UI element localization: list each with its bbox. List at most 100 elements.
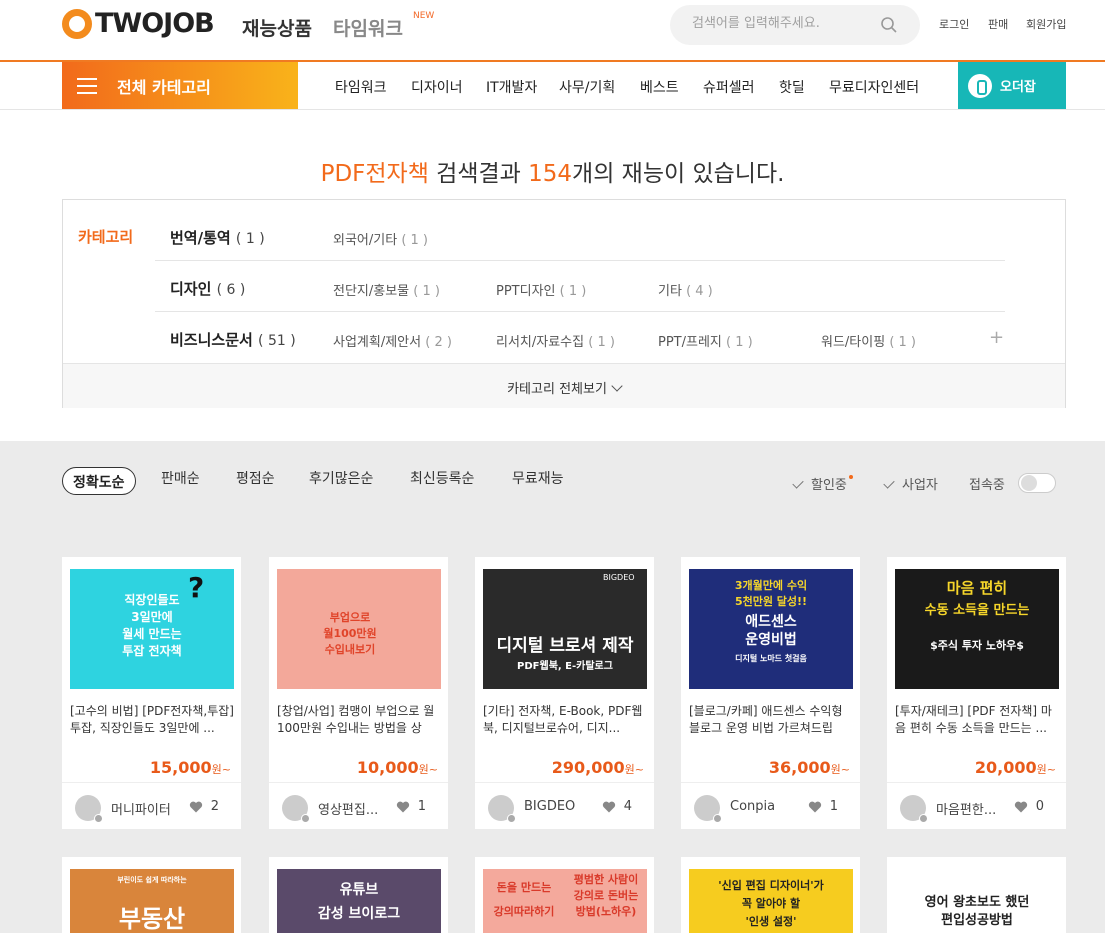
filter-subcategory[interactable]: 전단지/홍보물 ( 1 ) [333, 280, 440, 299]
catnav-designer[interactable]: 디자이너 [411, 77, 463, 97]
nav-talent-products[interactable]: 재능상품 [242, 14, 312, 41]
sort-reviews[interactable]: 후기많은순 [309, 468, 373, 488]
thumbnail-text: 부동산 [118, 905, 186, 933]
seller-name[interactable]: BIGDEO [524, 799, 575, 814]
product-card[interactable]: '신입 편집 디자이너'가 꼭 알아야 할 '인생 설정' [681, 857, 860, 933]
heart-icon[interactable] [808, 800, 822, 814]
sort-newest[interactable]: 최신등록순 [410, 468, 474, 488]
search-input[interactable] [692, 16, 882, 31]
product-title[interactable]: [고수의 비법] [PDF전자책,투잡] 투잡, 직장인들도 3일만에 ... [70, 703, 236, 737]
catnav-hot-deal[interactable]: 핫딜 [779, 77, 805, 97]
thumbnail-text: 운영비법 [745, 632, 797, 648]
product-thumbnail[interactable]: 돈을 만드는 강의따라하기 평범한 사람이 강의로 돈버는 방법(노하우) [483, 869, 647, 933]
product-thumbnail[interactable]: 3개월만에 수익 5천만원 달성!! 애드센스 운영비법 디지털 노마드 첫걸음 [689, 569, 853, 689]
thumbnail-text: 수입내보기 [324, 643, 376, 656]
filter-subcategory[interactable]: 워드/타이핑 ( 1 ) [821, 331, 916, 350]
logo[interactable]: TWOJOB [62, 8, 215, 39]
all-categories-button[interactable]: 전체 카테고리 [62, 62, 298, 109]
order-job-button[interactable]: 오더잡 [958, 62, 1066, 109]
sort-free[interactable]: 무료재능 [512, 468, 564, 488]
thumbnail-text: 강의로 돈버는 [573, 889, 639, 902]
heart-icon[interactable] [1014, 800, 1028, 814]
business-filter[interactable]: 사업자 [883, 474, 938, 493]
seller-name[interactable]: 영상편집... [318, 799, 378, 818]
filter-subcategory[interactable]: PPT/프레지 ( 1 ) [658, 331, 753, 350]
thumbnail-text: PDF웹북, E-카탈로그 [517, 661, 613, 672]
login-link[interactable]: 로그인 [939, 16, 969, 32]
view-all-label: 카테고리 전체보기 [507, 382, 607, 397]
seller-name[interactable]: Conpia [730, 799, 775, 814]
product-thumbnail[interactable]: 영어 왕초보도 했던 편입성공방법 [895, 869, 1059, 933]
product-thumbnail[interactable]: 부린이도 쉽게 따라하는 부동산 [70, 869, 234, 933]
hamburger-icon [77, 77, 97, 94]
filter-subcategory[interactable]: 기타 ( 4 ) [658, 280, 713, 299]
product-price: 15,000원~ [149, 758, 231, 777]
all-categories-label: 전체 카테고리 [117, 77, 211, 97]
catnav-free-design-center[interactable]: 무료디자인센터 [829, 77, 919, 97]
thumbnail-text: 3일만에 [131, 610, 173, 624]
product-thumbnail[interactable]: 부업으로 월100만원 수입내보기 [277, 569, 441, 689]
card-footer: 영상편집... 1 [269, 782, 448, 829]
logo-text: TWOJOB [95, 8, 215, 39]
catnav-it-developer[interactable]: IT개발자 [486, 77, 537, 97]
filter-subcategory[interactable]: 사업계획/제안서 ( 2 ) [333, 331, 452, 350]
filter-category[interactable]: 디자인 ( 6 ) [170, 278, 245, 299]
filter-subcategory[interactable]: PPT디자인 ( 1 ) [496, 280, 586, 299]
online-toggle[interactable] [1018, 473, 1056, 493]
product-card[interactable]: 디지털 브로셔 제작 PDF웹북, E-카탈로그 BIGDEO [기타] 전자책, E… [475, 557, 654, 829]
catnav-timework[interactable]: 타임워크 [335, 77, 387, 97]
expand-plus-icon[interactable]: + [989, 327, 1004, 348]
filter-subcategory[interactable]: 외국어/기타 ( 1 ) [333, 229, 428, 248]
product-title[interactable]: [창업/사업] 컴맹이 부업으로 월100만원 수입내는 방법을 상 [277, 703, 443, 737]
sell-link[interactable]: 판매 [988, 16, 1008, 32]
thumbnail-text: '신입 편집 디자이너'가 [718, 879, 824, 892]
online-status-icon [301, 814, 310, 823]
thumbnail-text: 평범한 사람이 [573, 873, 639, 886]
product-thumbnail[interactable]: 마음 편히 수동 소득을 만드는 $주식 투자 노하우$ [895, 569, 1059, 689]
sort-accuracy[interactable]: 정확도순 [62, 467, 136, 495]
catnav-best[interactable]: 베스트 [640, 77, 679, 97]
heart-icon[interactable] [396, 800, 410, 814]
heart-icon[interactable] [189, 800, 203, 814]
like-count: 2 [210, 799, 219, 814]
logo-circle-icon [62, 8, 92, 39]
thumbnail-text: 3개월만에 수익 [734, 579, 808, 592]
filter-subcategory[interactable]: 리서치/자료수집 ( 1 ) [496, 331, 615, 350]
search-icon[interactable] [880, 16, 898, 34]
product-thumbnail[interactable]: 유튜브 감성 브이로그 [277, 869, 441, 933]
product-thumbnail[interactable]: 디지털 브로셔 제작 PDF웹북, E-카탈로그 BIGDEO [483, 569, 647, 689]
sort-sales[interactable]: 판매순 [161, 468, 200, 488]
thumbnail-text: 투잡 전자책 [122, 644, 182, 658]
discount-filter[interactable]: 할인중 [792, 474, 853, 493]
seller-name[interactable]: 마음편한... [936, 799, 996, 818]
product-card[interactable]: 부린이도 쉽게 따라하는 부동산 [62, 857, 241, 933]
filter-row: 번역/통역 ( 1 ) 외국어/기타 ( 1 ) [155, 210, 1005, 261]
product-card[interactable]: 유튜브 감성 브이로그 [269, 857, 448, 933]
product-card[interactable]: 부업으로 월100만원 수입내보기 [창업/사업] 컴맹이 부업으로 월100만원 수… [269, 557, 448, 829]
like-count: 4 [623, 799, 632, 814]
seller-name[interactable]: 머니파이터 [111, 799, 171, 818]
toggle-knob [1021, 475, 1037, 491]
product-card[interactable]: 영어 왕초보도 했던 편입성공방법 [887, 857, 1066, 933]
product-card[interactable]: 3개월만에 수익 5천만원 달성!! 애드센스 운영비법 디지털 노마드 첫걸음 [블로그… [681, 557, 860, 829]
product-thumbnail[interactable]: '신입 편집 디자이너'가 꼭 알아야 할 '인생 설정' [689, 869, 853, 933]
filter-category[interactable]: 비즈니스문서 ( 51 ) [170, 329, 296, 350]
product-card[interactable]: 직장인들도 3일만에 월세 만드는 투잡 전자책? [고수의 비법] [PDF전자책,투… [62, 557, 241, 829]
catnav-super-seller[interactable]: 슈퍼셀러 [703, 77, 755, 97]
signup-link[interactable]: 회원가입 [1026, 16, 1066, 32]
catnav-office-planning[interactable]: 사무/기획 [559, 77, 615, 97]
product-card[interactable]: 마음 편히 수동 소득을 만드는 $주식 투자 노하우$ [투자/재테크] [PDF … [887, 557, 1066, 829]
nav-timework[interactable]: 타임워크 [333, 14, 403, 41]
product-title[interactable]: [투자/재테크] [PDF 전자책] 마음 편히 수동 소득을 만드는 ... [895, 703, 1061, 737]
product-card[interactable]: 돈을 만드는 강의따라하기 평범한 사람이 강의로 돈버는 방법(노하우) [475, 857, 654, 933]
sort-rating[interactable]: 평점순 [236, 468, 275, 488]
filter-category[interactable]: 번역/통역 ( 1 ) [170, 227, 265, 248]
thumbnail-text: 월100만원 [323, 627, 377, 640]
heart-icon[interactable] [602, 800, 616, 814]
product-title[interactable]: [기타] 전자책, E-Book, PDF웹북, 디지털브로슈어, 디지... [483, 703, 649, 737]
product-title[interactable]: [블로그/카페] 애드센스 수익형 블로그 운영 비법 가르쳐드립 [689, 703, 855, 737]
product-thumbnail[interactable]: 직장인들도 3일만에 월세 만드는 투잡 전자책? [70, 569, 234, 689]
category-bar: 전체 카테고리 타임워크 디자이너 IT개발자 사무/기획 베스트 슈퍼셀러 핫… [0, 62, 1105, 110]
check-icon [883, 477, 895, 489]
view-all-categories-button[interactable]: 카테고리 전체보기 [63, 363, 1065, 408]
